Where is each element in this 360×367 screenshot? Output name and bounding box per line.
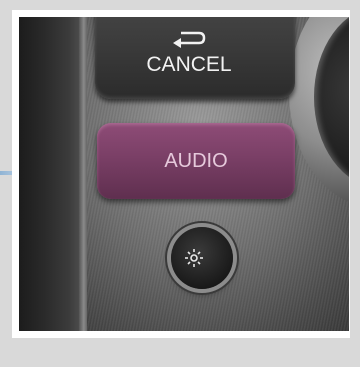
audio-label: AUDIO — [164, 150, 228, 172]
page: CANCEL AUDIO — [0, 0, 360, 367]
undo-arrow-icon — [173, 31, 206, 48]
moon-icon — [211, 249, 220, 267]
dashboard-photo: CANCEL AUDIO — [19, 17, 349, 331]
brightness-button[interactable] — [171, 227, 233, 289]
sun-icon — [185, 249, 203, 267]
audio-button[interactable]: AUDIO — [97, 123, 295, 199]
brightness-icons — [185, 249, 220, 267]
cancel-label: CANCEL — [146, 53, 232, 76]
left-bezel — [19, 17, 87, 331]
